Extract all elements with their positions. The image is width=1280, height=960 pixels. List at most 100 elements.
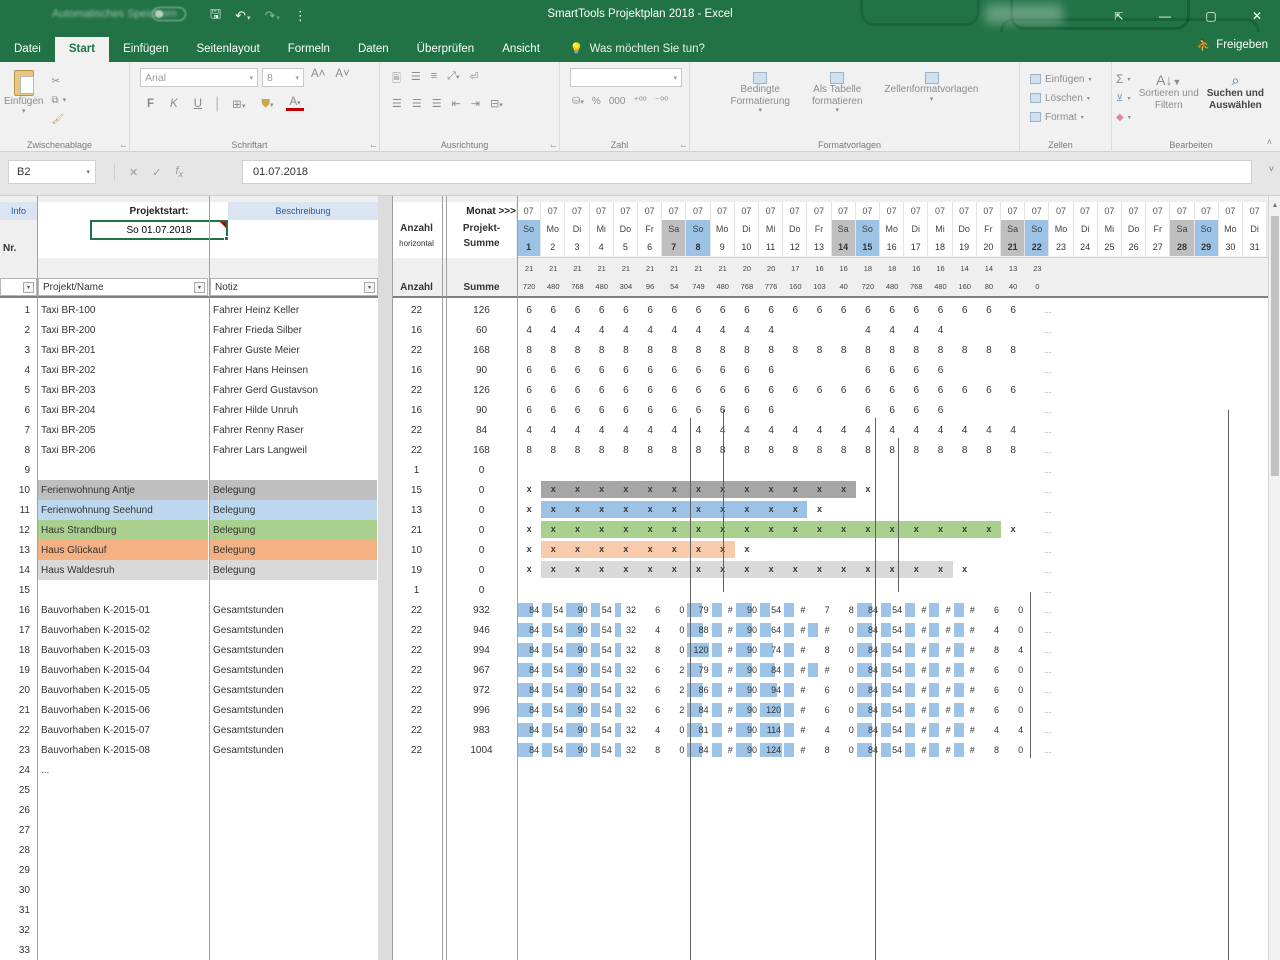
- tab-datei[interactable]: Datei: [0, 37, 55, 62]
- notiz-cell[interactable]: Belegung: [210, 480, 377, 500]
- filter-cell-nr[interactable]: ▾: [0, 278, 37, 296]
- notiz-cell[interactable]: Fahrer Gerd Gustavson: [210, 380, 377, 400]
- project-name-cell[interactable]: [38, 580, 208, 600]
- fill-button[interactable]: ⊻▾: [1116, 89, 1131, 107]
- project-name-cell[interactable]: Taxi BR-201: [38, 340, 208, 360]
- notiz-cell[interactable]: Fahrer Guste Meier: [210, 340, 377, 360]
- underline-button[interactable]: U: [191, 98, 205, 110]
- formula-input[interactable]: 01.07.2018: [242, 160, 1252, 184]
- project-name-cell[interactable]: Bauvorhaben K-2015-07: [38, 720, 208, 740]
- project-name-cell[interactable]: Bauvorhaben K-2015-05: [38, 680, 208, 700]
- project-name-cell[interactable]: [38, 780, 208, 800]
- notiz-cell[interactable]: Belegung: [210, 500, 377, 520]
- align-center-icon[interactable]: ☰: [412, 97, 422, 110]
- filter-cell-notiz[interactable]: Notiz▾: [210, 278, 378, 296]
- restore-button[interactable]: ▢: [1188, 0, 1234, 32]
- project-name-cell[interactable]: [38, 880, 208, 900]
- tab-einfügen[interactable]: Einfügen: [109, 37, 182, 62]
- enter-icon[interactable]: ✓: [152, 166, 161, 179]
- notiz-cell[interactable]: [210, 780, 377, 800]
- shrink-font-icon[interactable]: A˅: [332, 68, 352, 87]
- notiz-cell[interactable]: [210, 880, 377, 900]
- vertical-scrollbar[interactable]: ▲: [1268, 196, 1280, 960]
- conditional-formatting-button[interactable]: BedingteFormatierung▾: [731, 68, 790, 115]
- tab-start[interactable]: Start: [55, 37, 109, 62]
- notiz-cell[interactable]: [210, 760, 377, 780]
- decrease-indent-icon[interactable]: ⇤: [452, 97, 461, 110]
- project-name-cell[interactable]: [38, 900, 208, 920]
- filter-cell-projekt-name[interactable]: Projekt/Name▾: [38, 278, 208, 296]
- tab-überprüfen[interactable]: Überprüfen: [403, 37, 489, 62]
- dialog-launcher-icon[interactable]: ⌙: [680, 141, 687, 150]
- notiz-cell[interactable]: Fahrer Heinz Keller: [210, 300, 377, 320]
- copy-button[interactable]: ⧉▾: [51, 91, 66, 109]
- align-bottom-icon[interactable]: ≡: [431, 70, 437, 89]
- name-box[interactable]: B2▾: [8, 160, 96, 184]
- project-name-cell[interactable]: Taxi BR-205: [38, 420, 208, 440]
- decrease-decimal-icon[interactable]: ⁻⁰⁰: [655, 96, 668, 107]
- notiz-cell[interactable]: Fahrer Hans Heinsen: [210, 360, 377, 380]
- accounting-format-icon[interactable]: ⛁▾: [572, 96, 584, 107]
- notiz-cell[interactable]: Belegung: [210, 540, 377, 560]
- project-name-cell[interactable]: Bauvorhaben K-2015-01: [38, 600, 208, 620]
- filter-dropdown-icon[interactable]: ▾: [364, 282, 375, 293]
- notiz-cell[interactable]: [210, 800, 377, 820]
- expand-formula-bar-icon[interactable]: ˅: [1269, 164, 1274, 174]
- close-button[interactable]: ✕: [1234, 0, 1280, 32]
- increase-decimal-icon[interactable]: ⁺⁰⁰: [634, 96, 647, 107]
- notiz-cell[interactable]: Gesamtstunden: [210, 720, 377, 740]
- notiz-cell[interactable]: Gesamtstunden: [210, 620, 377, 640]
- comma-style-icon[interactable]: 000: [609, 96, 626, 107]
- cut-button[interactable]: ✂: [51, 72, 66, 90]
- merge-center-icon[interactable]: ⊟▾: [490, 97, 503, 110]
- notiz-cell[interactable]: Belegung: [210, 520, 377, 540]
- scroll-up-icon[interactable]: ▲: [1269, 198, 1280, 212]
- notiz-cell[interactable]: Belegung: [210, 560, 377, 580]
- project-name-cell[interactable]: Haus Strandburg: [38, 520, 208, 540]
- sort-filter-button[interactable]: A↓▼ Sortieren undFiltern: [1139, 68, 1199, 126]
- filter-dropdown-icon[interactable]: ▾: [23, 282, 34, 293]
- paste-button[interactable]: Einfügen▾: [4, 66, 43, 128]
- notiz-cell[interactable]: Fahrer Renny Raser: [210, 420, 377, 440]
- project-name-cell[interactable]: [38, 920, 208, 940]
- project-name-cell[interactable]: Bauvorhaben K-2015-03: [38, 640, 208, 660]
- font-name-combo[interactable]: Arial▾: [140, 68, 258, 87]
- notiz-cell[interactable]: Gesamtstunden: [210, 600, 377, 620]
- notiz-cell[interactable]: [210, 900, 377, 920]
- ribbon-display-options-icon[interactable]: ⇱: [1096, 0, 1142, 32]
- align-middle-icon[interactable]: ☰: [411, 70, 421, 89]
- project-name-cell[interactable]: [38, 860, 208, 880]
- worksheet-grid[interactable]: 07So107Mo207Di307Mi407Do507Fr607Sa707So8…: [0, 196, 1280, 960]
- clear-button[interactable]: ◆▾: [1116, 108, 1131, 126]
- align-left-icon[interactable]: ☰: [392, 97, 402, 110]
- tab-seitenlayout[interactable]: Seitenlayout: [182, 37, 273, 62]
- italic-button[interactable]: K: [167, 98, 181, 110]
- tab-formeln[interactable]: Formeln: [274, 37, 344, 62]
- cell-styles-button[interactable]: Zellenformatvorlagen▾: [885, 68, 979, 115]
- fill-color-icon[interactable]: ⛊▾: [258, 98, 276, 111]
- minimize-button[interactable]: —: [1142, 0, 1188, 32]
- notiz-cell[interactable]: Fahrer Frieda Silber: [210, 320, 377, 340]
- project-name-cell[interactable]: Taxi BR-202: [38, 360, 208, 380]
- wrap-text-icon[interactable]: ⏎: [469, 70, 478, 89]
- project-name-cell[interactable]: [38, 460, 208, 480]
- format-cells-button[interactable]: Format▾: [1030, 108, 1107, 126]
- notiz-cell[interactable]: Gesamtstunden: [210, 740, 377, 760]
- format-as-table-button[interactable]: Als Tabelleformatieren▾: [812, 68, 863, 115]
- notiz-cell[interactable]: Gesamtstunden: [210, 660, 377, 680]
- dialog-launcher-icon[interactable]: ⌙: [370, 141, 377, 150]
- font-size-combo[interactable]: 8▾: [262, 68, 304, 87]
- project-name-cell[interactable]: [38, 840, 208, 860]
- project-name-cell[interactable]: Bauvorhaben K-2015-02: [38, 620, 208, 640]
- project-name-cell[interactable]: Taxi BR-100: [38, 300, 208, 320]
- project-name-cell[interactable]: Ferienwohnung Antje: [38, 480, 208, 500]
- project-name-cell[interactable]: Haus Glückauf: [38, 540, 208, 560]
- tab-daten[interactable]: Daten: [344, 37, 403, 62]
- collapse-ribbon-icon[interactable]: ˄: [1267, 137, 1272, 147]
- notiz-cell[interactable]: [210, 840, 377, 860]
- notiz-cell[interactable]: [210, 860, 377, 880]
- font-color-icon[interactable]: A▾: [286, 97, 303, 112]
- format-painter-button[interactable]: 🖌: [51, 110, 66, 128]
- cancel-icon[interactable]: ✕: [129, 166, 138, 179]
- number-format-combo[interactable]: ▾: [570, 68, 682, 87]
